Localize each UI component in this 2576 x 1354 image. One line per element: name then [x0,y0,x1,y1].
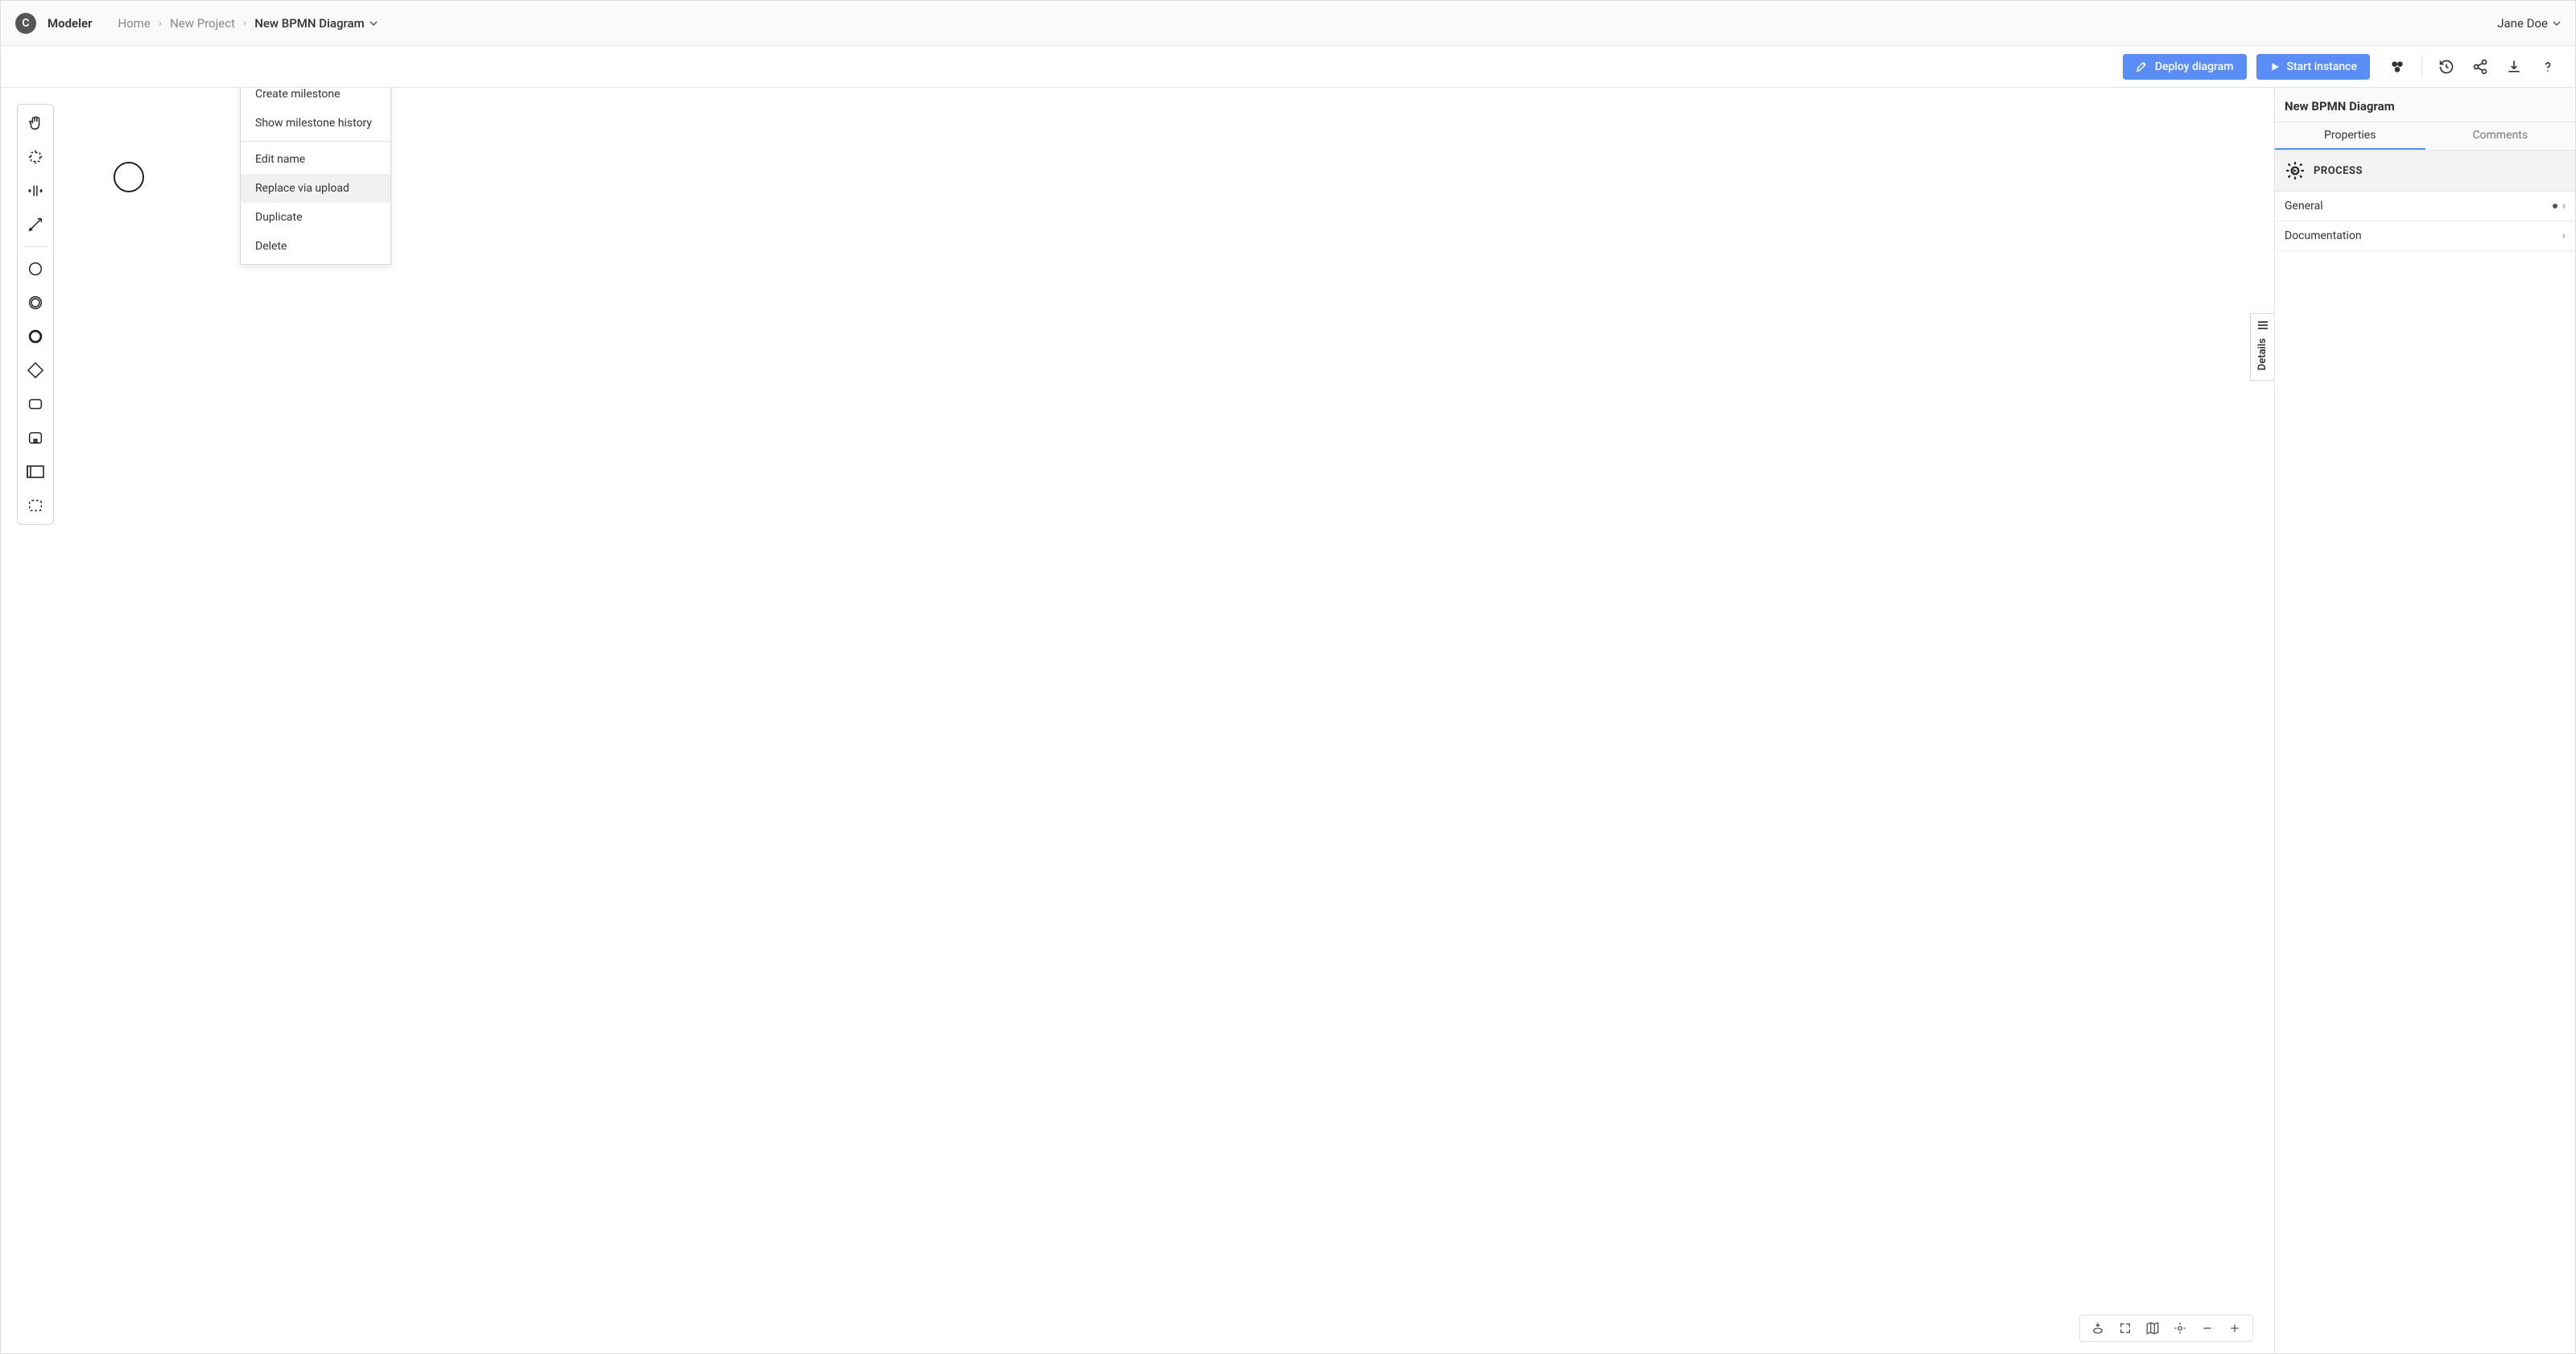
section-process: PROCESS [2314,165,2363,177]
menu-delete[interactable]: Delete [241,232,390,261]
row-documentation[interactable]: Documentation › [2275,221,2575,251]
diagram-context-menu: Create milestone Show milestone history … [240,88,391,265]
intermediate-event-tool-icon[interactable] [22,289,49,316]
indicator-dot-icon [2553,204,2557,208]
menu-edit-name[interactable]: Edit name [241,145,390,174]
row-general[interactable]: General › [2275,192,2575,221]
deploy-button[interactable]: Deploy diagram [2123,54,2247,80]
connect-tool-icon[interactable] [22,211,49,238]
subprocess-tool-icon[interactable] [22,424,49,452]
menu-show-milestone-history[interactable]: Show milestone history [241,109,390,138]
download-icon[interactable] [2503,56,2525,78]
menu-replace-via-upload[interactable]: Replace via upload [241,174,390,203]
start-instance-label: Start instance [2287,60,2358,73]
hand-tool-icon[interactable] [22,109,49,137]
play-icon [2269,61,2281,72]
menu-duplicate[interactable]: Duplicate [241,203,390,232]
breadcrumb-home[interactable]: Home [118,16,151,31]
share-icon[interactable] [2469,56,2491,78]
end-event-tool-icon[interactable] [22,323,49,350]
chevron-down-icon [369,21,378,26]
canvas-controls [2079,1315,2253,1342]
breadcrumb-project[interactable]: New Project [170,16,235,31]
canvas[interactable]: Create milestone Show milestone history … [1,88,2274,1353]
row-general-label: General [2285,200,2323,213]
palette-separator [23,246,48,247]
data-object-tool-icon[interactable] [22,458,49,485]
panel-title: New BPMN Diagram [2275,88,2575,122]
start-event-node[interactable] [114,162,144,192]
group-tool-icon[interactable] [22,492,49,519]
tool-palette [17,104,54,525]
lasso-tool-icon[interactable] [22,143,49,171]
app-logo[interactable]: C [15,13,36,34]
separator [2421,56,2422,77]
reset-view-icon[interactable] [2090,1320,2106,1336]
breadcrumb-current[interactable]: New BPMN Diagram [254,16,377,31]
gear-icon [2285,160,2306,181]
tab-comments[interactable]: Comments [2425,122,2576,150]
menu-icon [2257,320,2268,330]
center-icon[interactable] [2172,1320,2188,1336]
diagram-validation-icon[interactable] [2386,56,2409,78]
breadcrumb-current-label: New BPMN Diagram [254,16,364,31]
menu-create-milestone[interactable]: Create milestone [241,88,390,109]
row-documentation-label: Documentation [2285,229,2362,242]
rocket-icon [2136,60,2149,73]
fullscreen-icon[interactable] [2117,1320,2133,1336]
deploy-button-label: Deploy diagram [2155,60,2234,73]
chevron-right-icon: › [2562,229,2566,242]
user-name: Jane Doe [2497,16,2548,31]
user-menu[interactable]: Jane Doe [2497,16,2561,31]
help-icon[interactable] [2537,56,2559,78]
history-icon[interactable] [2435,56,2458,78]
breadcrumb-sep-icon: › [243,17,246,30]
space-tool-icon[interactable] [22,177,49,204]
actionbar: Deploy diagram Start instance [1,46,2575,88]
zoom-in-icon[interactable] [2227,1320,2243,1336]
app-name: Modeler [47,16,93,31]
details-label: Details [2256,338,2268,370]
details-handle[interactable]: Details [2250,313,2274,381]
minimap-icon[interactable] [2145,1320,2161,1336]
start-instance-button[interactable]: Start instance [2256,54,2371,80]
chevron-right-icon: › [2562,200,2566,213]
zoom-out-icon[interactable] [2199,1320,2215,1336]
start-event-tool-icon[interactable] [22,255,49,283]
chevron-down-icon [2553,21,2561,26]
properties-panel: New BPMN Diagram Properties Comments PRO… [2274,88,2575,1353]
topbar: C Modeler Home › New Project › New BPMN … [1,1,2575,46]
breadcrumb-sep-icon: › [159,17,162,30]
breadcrumb: Home › New Project › New BPMN Diagram [118,16,378,31]
gateway-tool-icon[interactable] [22,357,49,384]
tab-properties[interactable]: Properties [2275,122,2425,150]
task-tool-icon[interactable] [22,390,49,418]
